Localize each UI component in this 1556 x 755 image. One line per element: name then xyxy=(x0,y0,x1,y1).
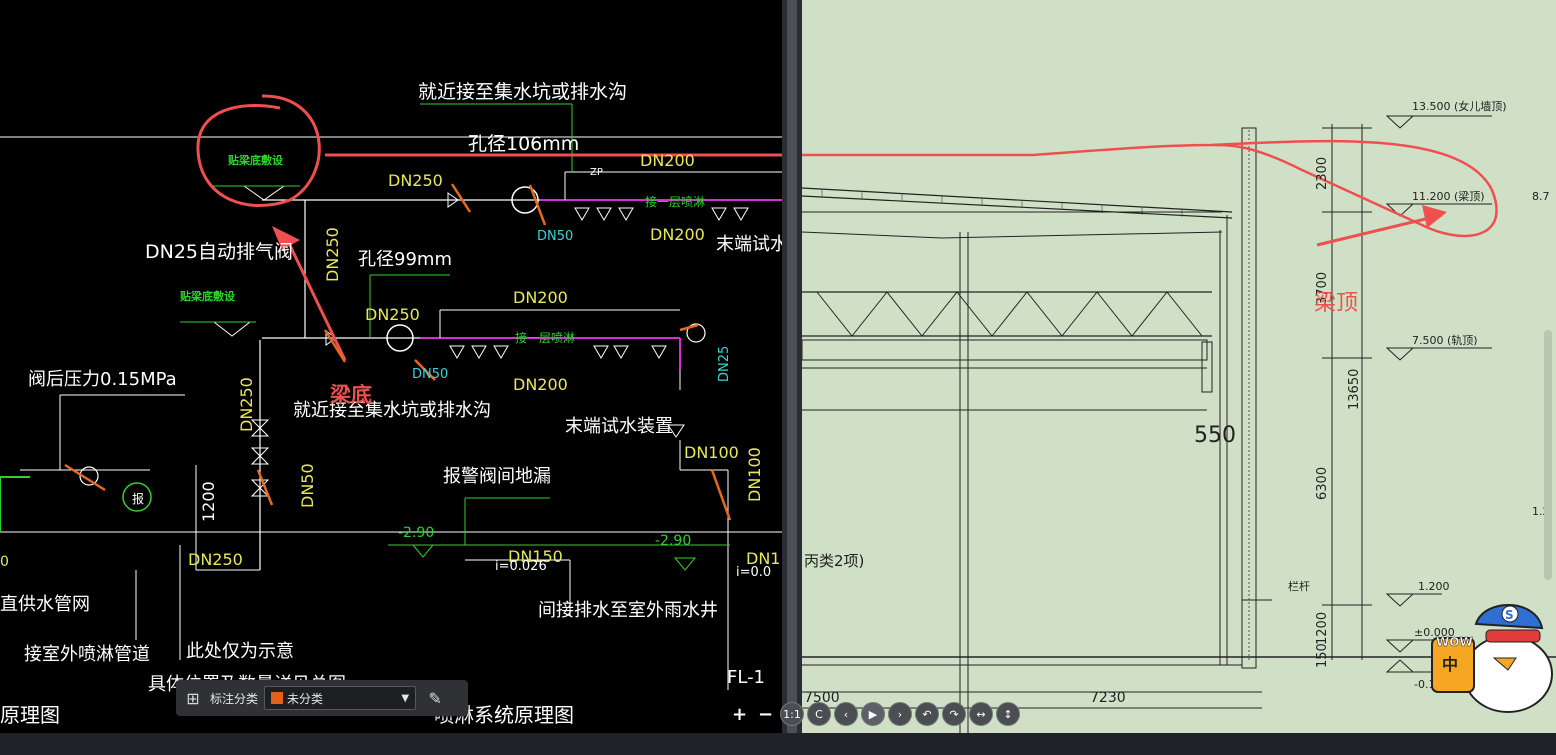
svg-text:7.500 (轨顶): 7.500 (轨顶) xyxy=(1412,333,1478,347)
play-button[interactable]: ▶ xyxy=(861,702,885,726)
svg-text:DN25: DN25 xyxy=(717,346,732,382)
svg-text:FL-1: FL-1 xyxy=(727,667,765,688)
svg-text:550: 550 xyxy=(1194,423,1236,448)
annotation-toolbar: ⊞ 标注分类 未分类 ▼ ✎ xyxy=(176,680,468,716)
svg-text:150: 150 xyxy=(1315,643,1330,668)
svg-text:贴梁底敷设: 贴梁底敷设 xyxy=(227,153,284,167)
reset-button[interactable]: C xyxy=(807,702,831,726)
edit-icon[interactable]: ✎ xyxy=(422,685,448,711)
svg-text:DN250: DN250 xyxy=(388,171,443,190)
zoom-in-button[interactable]: + xyxy=(732,704,747,725)
annotation-beam-bottom: 梁底 xyxy=(329,383,372,407)
svg-text:2300: 2300 xyxy=(1315,157,1330,190)
svg-text:1200: 1200 xyxy=(199,481,218,522)
svg-text:孔径99mm: 孔径99mm xyxy=(358,249,452,270)
label-top-drain: 就近接至集水坑或排水沟 xyxy=(418,81,627,103)
svg-text:1.200: 1.200 xyxy=(1418,580,1450,593)
svg-text:DN100: DN100 xyxy=(745,447,764,502)
svg-text:中: 中 xyxy=(1442,655,1458,674)
svg-text:DN250: DN250 xyxy=(237,377,256,432)
label-auto-vent: DN25自动排气阀 xyxy=(145,241,293,263)
svg-text:报: 报 xyxy=(132,491,144,506)
label-hole-106: 孔径106mm xyxy=(468,133,579,155)
svg-text:DN200: DN200 xyxy=(640,151,695,170)
rotate-left-button[interactable]: ↶ xyxy=(915,702,939,726)
svg-text:S: S xyxy=(1505,608,1514,622)
prev-button[interactable]: ‹ xyxy=(834,702,858,726)
svg-text:报警阀间地漏: 报警阀间地漏 xyxy=(443,466,551,487)
svg-text:1200: 1200 xyxy=(1315,612,1330,645)
svg-text:栏杆: 栏杆 xyxy=(1288,579,1310,593)
svg-text:0: 0 xyxy=(0,554,9,570)
sprinkler-system-diagram: 就近接至集水坑或排水沟 孔径106mm DN200 DN250 贴梁底敷设 贴梁… xyxy=(0,81,782,727)
flip-vertical-button[interactable]: ↕ xyxy=(996,702,1020,726)
category-selected: 未分类 xyxy=(287,691,324,706)
svg-text:接一层喷淋: 接一层喷淋 xyxy=(515,330,575,345)
split-handle[interactable] xyxy=(787,0,797,755)
svg-text:i=0.026: i=0.026 xyxy=(495,559,547,574)
svg-text:末端试水装置: 末端试水装置 xyxy=(565,416,673,437)
chevron-down-icon: ▼ xyxy=(401,692,410,704)
svg-text:接室外喷淋管道: 接室外喷淋管道 xyxy=(24,644,150,665)
svg-text:6300: 6300 xyxy=(1315,467,1330,500)
svg-text:DN50: DN50 xyxy=(298,463,317,508)
svg-text:就近接至集水坑或排水沟: 就近接至集水坑或排水沟 xyxy=(293,400,491,421)
annotation-category-label: 标注分类 xyxy=(210,691,259,706)
svg-text:DN100: DN100 xyxy=(684,443,739,462)
svg-text:DN200: DN200 xyxy=(650,225,705,244)
vertical-scrollbar[interactable] xyxy=(1544,330,1552,580)
svg-text:贴梁底敷设: 贴梁底敷设 xyxy=(179,289,236,303)
playback-controls: 1:1 C ‹ ▶ › ↶ ↷ ↔ ↕ xyxy=(780,702,1020,726)
svg-text:13650: 13650 xyxy=(1347,369,1362,410)
svg-text:末端试水: 末端试水 xyxy=(716,234,782,255)
rotate-right-button[interactable]: ↷ xyxy=(942,702,966,726)
svg-text:-2.90: -2.90 xyxy=(655,533,691,549)
svg-text:DN50: DN50 xyxy=(412,367,448,382)
svg-text:直供水管网: 直供水管网 xyxy=(0,594,90,615)
status-strip xyxy=(0,733,1556,755)
grid-icon[interactable]: ⊞ xyxy=(180,685,206,711)
category-color-swatch xyxy=(271,692,284,704)
cad-drawing-left[interactable]: 就近接至集水坑或排水沟 孔径106mm DN200 DN250 贴梁底敷设 贴梁… xyxy=(0,0,782,755)
svg-text:间接排水至室外雨水井: 间接排水至室外雨水井 xyxy=(538,600,718,621)
svg-text:DN50: DN50 xyxy=(537,229,573,244)
svg-text:DN1: DN1 xyxy=(746,549,780,568)
mascot-sticker: S WOW 中 xyxy=(1431,604,1553,713)
zoom-out-button[interactable]: − xyxy=(758,704,773,725)
svg-text:DN200: DN200 xyxy=(513,375,568,394)
svg-text:8.7: 8.7 xyxy=(1532,190,1550,203)
svg-text:DN250: DN250 xyxy=(188,550,243,569)
fit-button[interactable]: 1:1 xyxy=(780,702,804,726)
next-button[interactable]: › xyxy=(888,702,912,726)
svg-text:11.200 (梁顶): 11.200 (梁顶) xyxy=(1412,189,1485,203)
svg-text:DN250: DN250 xyxy=(365,305,420,324)
svg-text:接一层喷淋: 接一层喷淋 xyxy=(645,194,705,209)
svg-text:13.500 (女儿墙顶): 13.500 (女儿墙顶) xyxy=(1412,99,1507,113)
svg-text:7230: 7230 xyxy=(1090,690,1126,706)
svg-text:原理图: 原理图 xyxy=(0,703,60,727)
svg-text:阀后压力0.15MPa: 阀后压力0.15MPa xyxy=(28,369,177,390)
svg-text:ZP: ZP xyxy=(590,167,603,178)
category-dropdown[interactable]: 未分类 ▼ xyxy=(264,686,417,710)
annotation-beam-top: 梁顶 xyxy=(1314,291,1358,316)
flip-horizontal-button[interactable]: ↔ xyxy=(969,702,993,726)
svg-text:-2.90: -2.90 xyxy=(398,525,434,541)
svg-text:DN250: DN250 xyxy=(323,227,342,282)
svg-text:此处仅为示意: 此处仅为示意 xyxy=(186,641,294,662)
svg-text:DN200: DN200 xyxy=(513,288,568,307)
svg-text:WOW: WOW xyxy=(1436,635,1473,649)
svg-text:丙类2项): 丙类2项) xyxy=(804,552,864,570)
